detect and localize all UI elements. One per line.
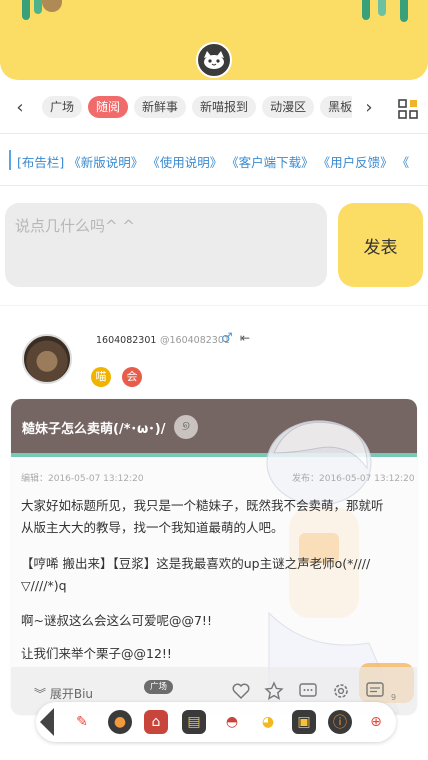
notice-accent-bar [9, 150, 11, 170]
site-logo-avatar[interactable] [196, 42, 232, 78]
heart-icon[interactable] [231, 681, 251, 701]
divider [0, 133, 428, 134]
notebook-icon[interactable]: ▤ [182, 710, 206, 734]
post-input[interactable] [5, 203, 327, 287]
tab-item[interactable]: 新鲜事 [134, 96, 187, 118]
decoration-acorn-icon [42, 0, 62, 12]
duck-icon[interactable]: ◕ [256, 710, 280, 734]
decoration-leaf [378, 0, 386, 16]
tabs-scroller[interactable]: 广场 随阅 新鲜事 新喵报到 动漫区 黑板 [42, 92, 352, 122]
decoration-leaf [400, 0, 408, 22]
gender-male-icon: ♂ [221, 331, 233, 346]
reply-icon[interactable] [365, 681, 385, 701]
header-banner [0, 0, 428, 80]
post-paragraph: 【哼唏 搬出来】【豆浆】这是我最喜欢的up主谜之声老师o(*////▽////*… [21, 556, 371, 593]
badge-member: 会 [122, 367, 142, 387]
category-tabs-bar: ‹ 广场 随阅 新鲜事 新喵报到 动漫区 黑板 › [0, 92, 428, 122]
user-avatar[interactable] [22, 334, 72, 384]
decoration-leaf [362, 0, 370, 20]
post-paragraph: 啊~谜叔这么会这么可爱呢@@7!! [21, 613, 212, 628]
username[interactable]: 1604082301 [96, 335, 156, 346]
decoration-leaf [22, 0, 30, 20]
follow-arrow-icon[interactable]: ⇤ [240, 331, 250, 345]
tab-item[interactable]: 广场 [42, 96, 83, 118]
grid-menu-icon[interactable] [398, 99, 418, 119]
info-icon[interactable]: ⓘ [328, 710, 352, 734]
house-icon[interactable]: ⌂ [144, 710, 168, 734]
star-icon[interactable] [264, 681, 284, 701]
post-paragraph: 让我们来举个栗子@@12!! [21, 646, 172, 661]
send-button[interactable]: 发表 [338, 203, 423, 287]
swirl-icon: ୭ [174, 415, 198, 439]
edited-time: 编辑：2016-05-07 13:12:20 [21, 474, 144, 484]
user-handle: @1604082301 [160, 335, 230, 346]
category-tag[interactable]: 广场 [144, 680, 174, 694]
tab-item[interactable]: 动漫区 [262, 96, 315, 118]
lifebuoy-icon[interactable]: ⊕ [364, 710, 388, 734]
expand-label: 展开Biu [49, 687, 94, 701]
floating-dock: ✎ ● ⌂ ▤ ◓ ◕ ▣ ⓘ ⊕ [36, 702, 396, 742]
chevron-right-icon[interactable]: › [357, 95, 381, 119]
tab-item[interactable]: 黑板 [320, 96, 352, 118]
tabs-track: 广场 随阅 新鲜事 新喵报到 动漫区 黑板 [42, 92, 352, 118]
published-time: 发布：2016-05-07 13:12:20 [292, 474, 415, 484]
notice-board[interactable]: [布告栏] 《新版说明》 《使用说明》 《客户端下载》 《用户反馈》 《 [0, 146, 428, 174]
divider [0, 185, 428, 186]
post-paragraph: 大家好如标题所见，我只是一个糙妹子，既然我不会卖萌，那就听从版主大大的教导，找一… [21, 498, 384, 535]
post-title[interactable]: 糙妹子怎么卖萌(/*･ω･)/ [22, 418, 165, 437]
wand-icon[interactable]: ✎ [70, 710, 94, 734]
comment-icon[interactable] [298, 681, 318, 701]
tab-item[interactable]: 随阅 [88, 96, 129, 118]
gear-icon[interactable] [331, 681, 351, 701]
chat-bubble-icon[interactable]: ▣ [292, 710, 316, 734]
expand-button[interactable]: ︾ 展开Biu [34, 685, 93, 702]
egg-icon[interactable]: ● [108, 710, 132, 734]
decoration-leaf [34, 0, 42, 14]
sushi-icon[interactable]: ◓ [220, 710, 244, 734]
double-chevron-down-icon: ︾ [34, 687, 47, 701]
dock-collapse-handle[interactable] [40, 708, 54, 736]
tab-item[interactable]: 新喵报到 [192, 96, 257, 118]
divider [0, 305, 428, 306]
chevron-left-icon[interactable]: ‹ [8, 95, 32, 119]
badge-meow: 喵 [91, 367, 111, 387]
post-card[interactable]: 糙妹子怎么卖萌(/*･ω･)/ ୭ 编辑：2016-05-07 13:12:20… [11, 399, 417, 715]
reply-count: 9 [391, 693, 397, 702]
notice-text[interactable]: [布告栏] 《新版说明》 《使用说明》 《客户端下载》 《用户反馈》 《 [17, 152, 409, 171]
cat-face-icon [204, 51, 224, 69]
